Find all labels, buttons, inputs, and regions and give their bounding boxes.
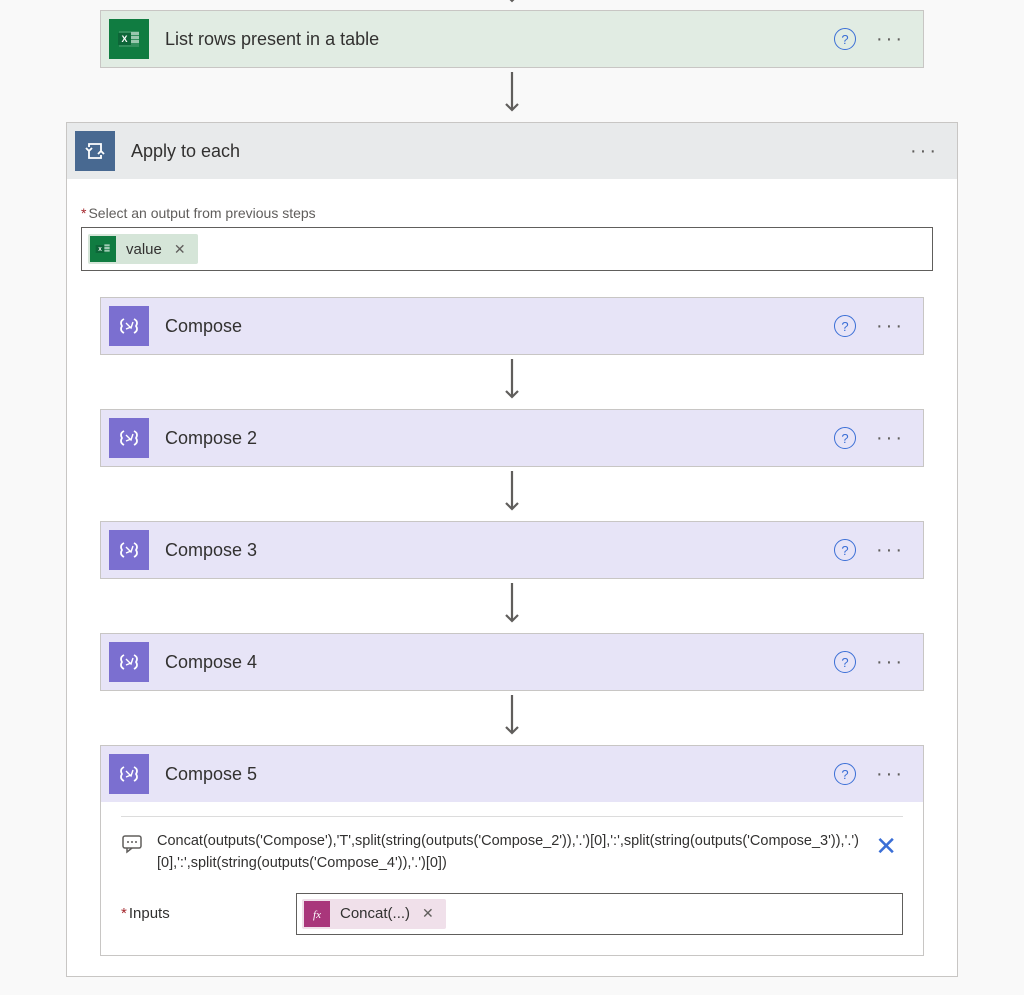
compose-icon bbox=[109, 306, 149, 346]
action-card-compose[interactable]: Compose 3 ? ··· bbox=[100, 521, 924, 579]
compose-icon bbox=[109, 754, 149, 794]
card-title: Apply to each bbox=[131, 141, 910, 162]
divider bbox=[121, 816, 903, 817]
compose-icon bbox=[109, 418, 149, 458]
more-menu-icon[interactable]: ··· bbox=[876, 652, 905, 672]
card-header[interactable]: Apply to each ··· bbox=[67, 123, 957, 179]
card-title: Compose 4 bbox=[165, 652, 834, 673]
compose-icon bbox=[109, 642, 149, 682]
token-text: value bbox=[126, 241, 162, 258]
card-header: Compose 4 ? ··· bbox=[101, 634, 923, 690]
more-menu-icon[interactable]: ··· bbox=[876, 764, 905, 784]
close-icon[interactable]: ✕ bbox=[869, 831, 903, 862]
help-icon[interactable]: ? bbox=[834, 427, 856, 449]
card-header: X List rows present in a table ? ··· bbox=[101, 11, 923, 67]
excel-icon: X bbox=[109, 19, 149, 59]
arrow-connector bbox=[502, 0, 522, 10]
compose-icon bbox=[109, 530, 149, 570]
nested-actions: Compose ? ··· Compose 2 ? ··· Compose 3 ? ·… bbox=[81, 297, 943, 956]
loop-icon bbox=[75, 131, 115, 171]
svg-text:X: X bbox=[121, 34, 127, 44]
arrow-connector bbox=[502, 691, 522, 745]
inputs-field[interactable]: fx Concat(...) ✕ bbox=[296, 893, 903, 935]
arrow-connector bbox=[502, 579, 522, 633]
arrow-connector bbox=[502, 355, 522, 409]
excel-icon: X bbox=[90, 236, 116, 262]
card-title: Compose 3 bbox=[165, 540, 834, 561]
card-title: List rows present in a table bbox=[165, 29, 834, 50]
action-card-compose[interactable]: Compose 2 ? ··· bbox=[100, 409, 924, 467]
action-card-apply-to-each: Apply to each ··· *Select an output from… bbox=[66, 122, 958, 977]
more-menu-icon[interactable]: ··· bbox=[876, 29, 905, 49]
remove-token-icon[interactable]: ✕ bbox=[418, 905, 438, 922]
token-text: Concat(...) bbox=[340, 905, 410, 922]
help-icon[interactable]: ? bbox=[834, 763, 856, 785]
compose-expanded-body: Concat(outputs('Compose'),'T',split(stri… bbox=[101, 802, 923, 955]
remove-token-icon[interactable]: ✕ bbox=[170, 241, 190, 258]
more-menu-icon[interactable]: ··· bbox=[910, 141, 939, 161]
card-header: Compose 5 ? ··· bbox=[101, 746, 923, 802]
help-icon[interactable]: ? bbox=[834, 315, 856, 337]
action-card-compose[interactable]: Compose 4 ? ··· bbox=[100, 633, 924, 691]
svg-text:X: X bbox=[98, 247, 102, 253]
more-menu-icon[interactable]: ··· bbox=[876, 540, 905, 560]
help-icon[interactable]: ? bbox=[834, 539, 856, 561]
arrow-connector bbox=[502, 467, 522, 521]
card-header: Compose ? ··· bbox=[101, 298, 923, 354]
card-header: Compose 3 ? ··· bbox=[101, 522, 923, 578]
loop-body: *Select an output from previous steps X … bbox=[67, 179, 957, 976]
card-title: Compose bbox=[165, 316, 834, 337]
inputs-label: *Inputs bbox=[121, 905, 296, 922]
required-indicator: * bbox=[81, 205, 86, 221]
action-card-list-rows[interactable]: X List rows present in a table ? ··· bbox=[100, 10, 924, 68]
arrow-connector bbox=[502, 68, 522, 122]
fx-icon: fx bbox=[304, 901, 330, 927]
more-menu-icon[interactable]: ··· bbox=[876, 316, 905, 336]
svg-text:fx: fx bbox=[313, 909, 321, 921]
token-value[interactable]: X value ✕ bbox=[88, 234, 198, 264]
more-menu-icon[interactable]: ··· bbox=[876, 428, 905, 448]
input-label: *Select an output from previous steps bbox=[81, 205, 943, 221]
help-icon[interactable]: ? bbox=[834, 651, 856, 673]
comment-icon bbox=[121, 833, 145, 859]
action-card-compose[interactable]: Compose ? ··· bbox=[100, 297, 924, 355]
card-header: Compose 2 ? ··· bbox=[101, 410, 923, 466]
help-icon[interactable]: ? bbox=[834, 28, 856, 50]
token-expression[interactable]: fx Concat(...) ✕ bbox=[302, 899, 446, 929]
expression-description: Concat(outputs('Compose'),'T',split(stri… bbox=[157, 831, 869, 875]
output-select-input[interactable]: X value ✕ bbox=[81, 227, 933, 271]
card-title: Compose 2 bbox=[165, 428, 834, 449]
card-title: Compose 5 bbox=[165, 764, 834, 785]
action-card-compose[interactable]: Compose 5 ? ··· Concat(outputs('Compose')… bbox=[100, 745, 924, 956]
